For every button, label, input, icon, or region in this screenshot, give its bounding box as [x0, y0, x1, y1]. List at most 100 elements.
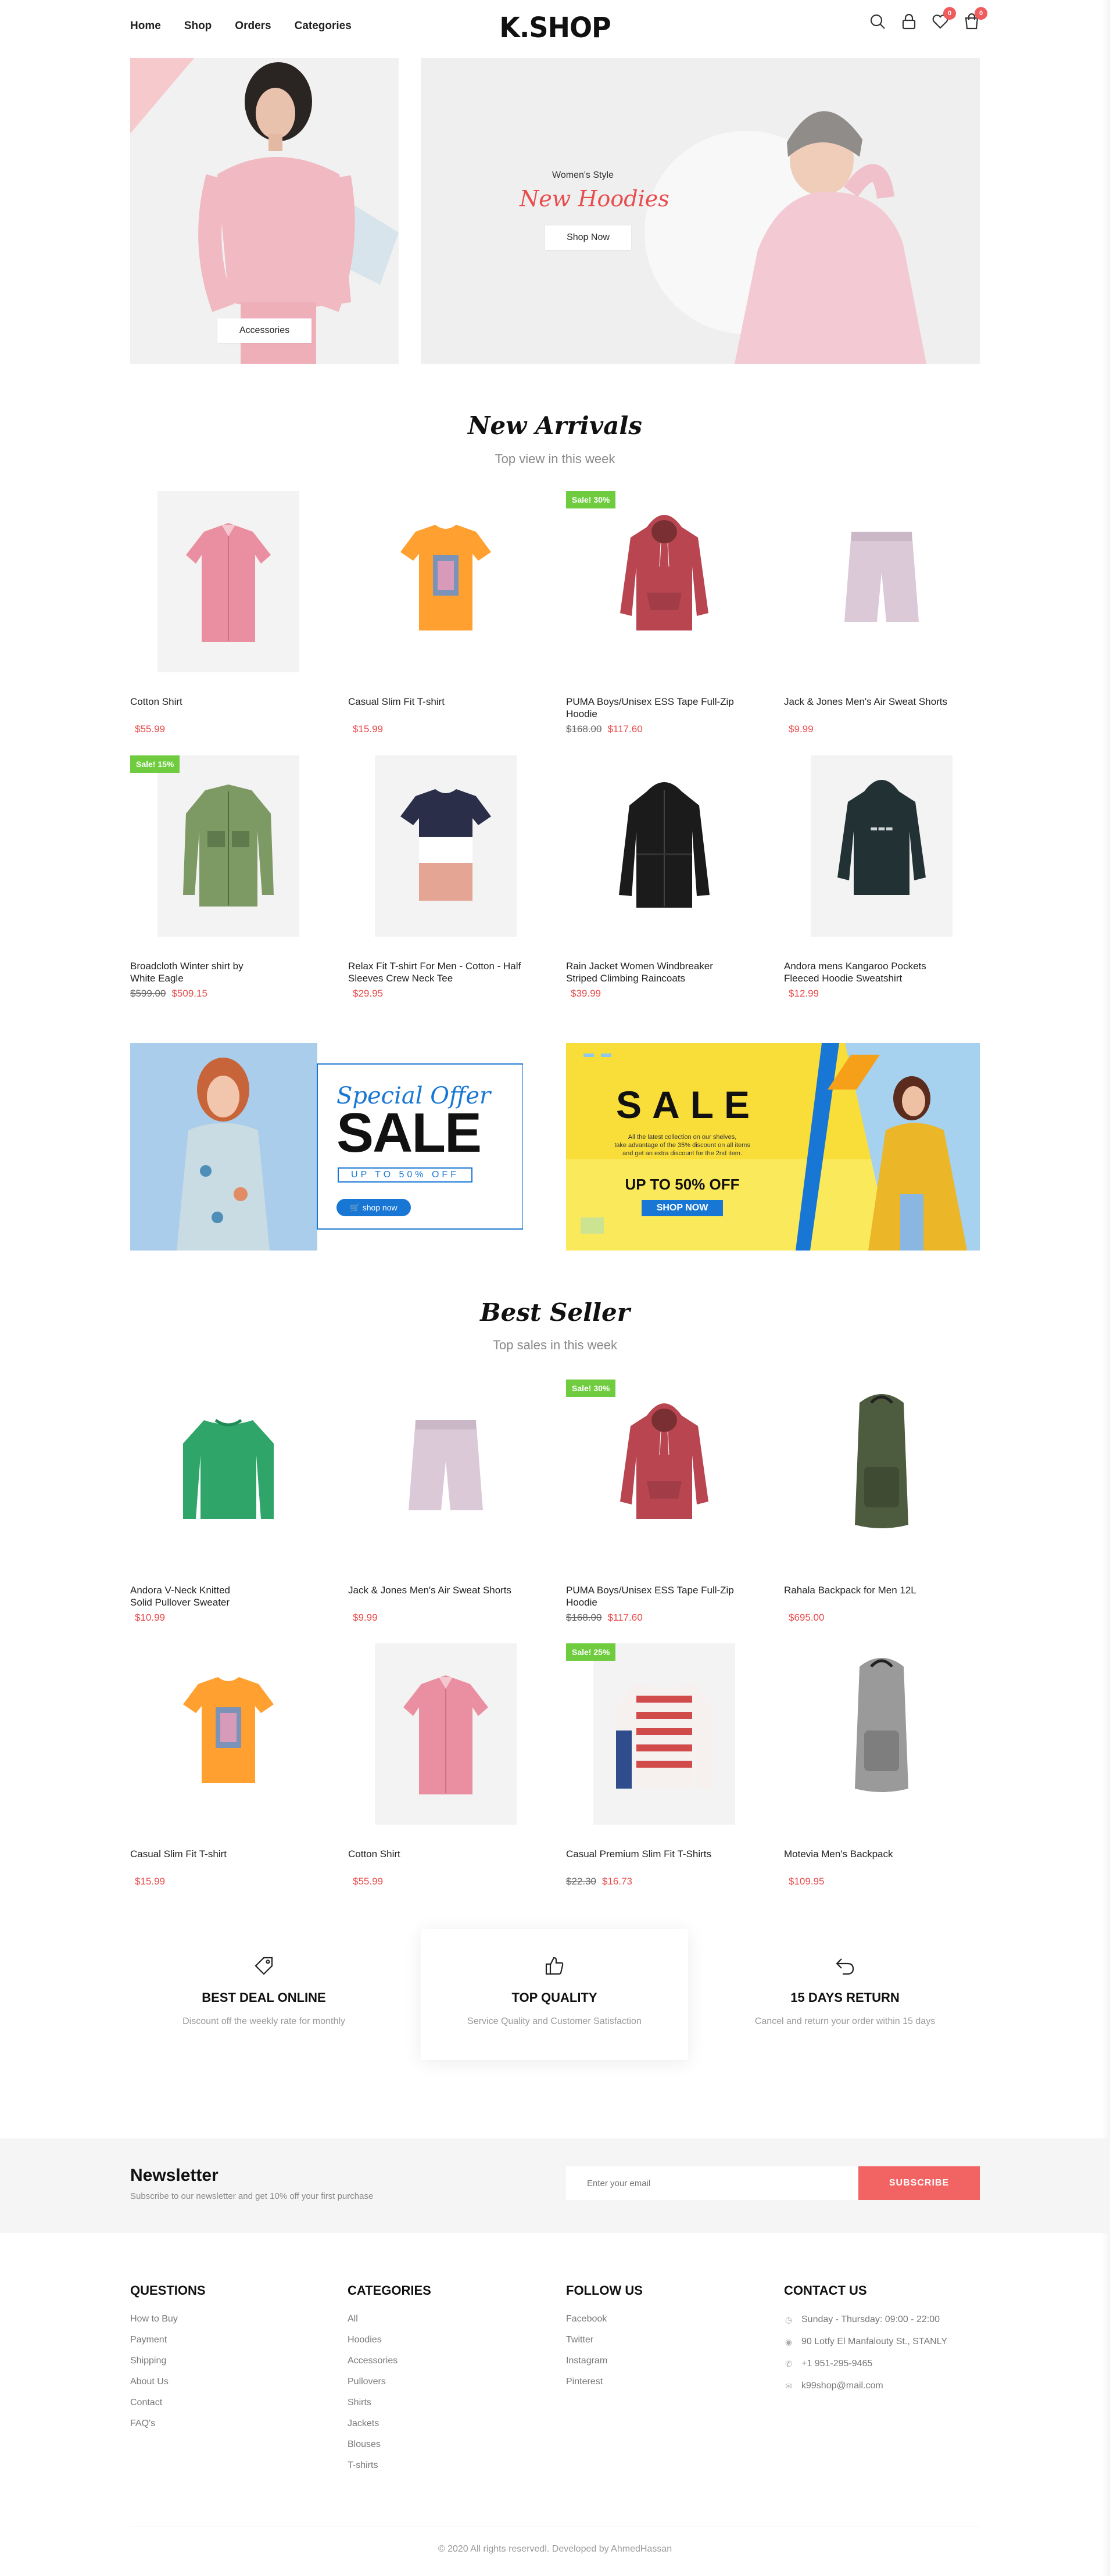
product-name[interactable]: Broadcloth Winter shirt by White Eagle [130, 960, 246, 984]
footer-questions-link[interactable]: How to Buy [130, 2309, 206, 2330]
footer-categories-link[interactable]: Hoodies [348, 2330, 431, 2351]
shop-now-button[interactable]: Shop Now [545, 225, 631, 250]
product-image[interactable] [811, 1643, 953, 1825]
product-name[interactable]: Andora V-Neck Knitted Solid Pullover Swe… [130, 1584, 246, 1608]
product-current-price: $55.99 [135, 723, 165, 735]
footer-questions-link[interactable]: FAQ's [130, 2413, 206, 2434]
product-name[interactable]: Motevia Men's Backpack [784, 1848, 958, 1860]
product-name[interactable]: Casual Premium Slim Fit T-Shirts [566, 1848, 740, 1860]
product-name[interactable]: Jack & Jones Men's Air Sweat Shorts [784, 696, 958, 708]
footer-follow-link[interactable]: Pinterest [566, 2371, 643, 2392]
product-price: $22.30 $16.73 [566, 1876, 632, 1887]
product-illustration [855, 1394, 908, 1528]
product-image[interactable] [375, 755, 517, 937]
footer-categories-link[interactable]: All [348, 2309, 431, 2330]
product-name[interactable]: Cotton Shirt [130, 696, 246, 708]
wishlist-count-badge: 0 [943, 7, 956, 20]
product-name[interactable]: Cotton Shirt [348, 1848, 522, 1860]
promo-sale-title: SALE [336, 1102, 482, 1164]
promo-shop-now-label: shop now [362, 1203, 398, 1212]
product-current-price: $509.15 [171, 988, 207, 999]
sale-banner[interactable]: SALE All the latest collection on our sh… [566, 1043, 980, 1251]
product-image[interactable] [157, 755, 299, 937]
product-current-price: $55.99 [353, 1876, 383, 1887]
feature-top-quality: TOP QUALITY Service Quality and Customer… [421, 1929, 688, 2060]
footer-categories-link[interactable]: Pullovers [348, 2371, 431, 2392]
product-name[interactable]: Casual Slim Fit T-shirt [130, 1848, 246, 1860]
sale-banner-copy-line: and get an extra discount for the 2nd it… [622, 1150, 743, 1157]
product-image[interactable] [375, 1380, 517, 1561]
product-image[interactable] [811, 1380, 953, 1561]
product-image[interactable] [375, 1643, 517, 1825]
footer-follow-link[interactable]: Facebook [566, 2309, 643, 2330]
best-seller-subtitle: Top sales in this week [493, 1338, 617, 1352]
thumbs-up-icon [544, 1955, 565, 1976]
product-image[interactable] [593, 1380, 735, 1561]
product-image[interactable] [157, 1380, 299, 1561]
hero-right-illustration [644, 111, 926, 364]
product-name[interactable]: Relax Fit T-shirt For Men - Cotton - Hal… [348, 960, 522, 984]
promo-shop-now-button[interactable]: 🛒 shop now [336, 1199, 411, 1216]
product-illustration [409, 1420, 483, 1510]
hero-hoodies-banner[interactable]: Women's Style New Hoodies Shop Now [421, 58, 980, 364]
footer-categories-link[interactable]: Shirts [348, 2392, 431, 2413]
product-image[interactable] [157, 491, 299, 672]
hero-accessories-banner[interactable]: Accessories [130, 58, 399, 364]
cart-icon[interactable]: 0 [963, 7, 987, 30]
accessories-button[interactable]: Accessories [217, 318, 311, 343]
subscribe-button[interactable]: SUBSCRIBE [858, 2166, 980, 2200]
footer-categories-list: All Hoodies Accessories Pullovers Shirts Jack… [348, 2309, 431, 2476]
product-image[interactable] [157, 1643, 299, 1825]
product-name[interactable]: Rahala Backpack for Men 12L [784, 1584, 958, 1596]
product-current-price: $16.73 [602, 1876, 632, 1887]
product-name[interactable]: Jack & Jones Men's Air Sweat Shorts [348, 1584, 522, 1596]
copyright-text: © 2020 All rights reservedl. Developed b… [438, 2544, 672, 2554]
heart-icon[interactable]: 0 [932, 7, 956, 30]
footer-categories-link[interactable]: T-shirts [348, 2455, 431, 2476]
footer-categories-link[interactable]: Jackets [348, 2413, 431, 2434]
footer-questions-link[interactable]: Shipping [130, 2351, 206, 2371]
product-name[interactable]: Andora mens Kangaroo Pockets Fleeced Hoo… [784, 960, 958, 984]
contact-text: k99shop@mail.com [801, 2381, 883, 2391]
special-offer-banner[interactable]: Special Offer SALE UP TO 50% OFF 🛒 shop … [130, 1043, 524, 1251]
feature-description: Service Quality and Customer Satisfactio… [467, 2016, 642, 2026]
product-image[interactable] [811, 491, 953, 672]
product-name[interactable]: Rain Jacket Women Windbreaker Striped Cl… [566, 960, 740, 984]
product-name[interactable]: PUMA Boys/Unisex ESS Tape Full-Zip Hoodi… [566, 696, 740, 720]
product-illustration [620, 1403, 708, 1519]
contact-row: ✉ k99shop@mail.com [784, 2375, 947, 2397]
footer-follow-link[interactable]: Twitter [566, 2330, 643, 2351]
user-lock-icon[interactable] [900, 13, 918, 30]
product-illustration [855, 1658, 908, 1792]
product-image[interactable] [375, 491, 517, 672]
product-price: $15.99 [135, 1876, 165, 1887]
footer-questions-link[interactable]: Payment [130, 2330, 206, 2351]
footer-questions-link[interactable]: Contact [130, 2392, 206, 2413]
product-illustration [183, 784, 274, 907]
product-old-price: $168.00 [566, 1612, 602, 1623]
footer-questions-link[interactable]: About Us [130, 2371, 206, 2392]
return-arrow-icon [835, 1955, 855, 1976]
product-name[interactable]: Casual Slim Fit T-shirt [348, 696, 522, 708]
product-image[interactable] [593, 1643, 735, 1825]
footer-categories-link[interactable]: Blouses [348, 2434, 431, 2455]
newsletter-email-input[interactable] [566, 2166, 858, 2200]
sale-badge: Sale! 30% [566, 1380, 616, 1397]
footer-categories-link[interactable]: Accessories [348, 2351, 431, 2371]
search-icon[interactable] [869, 13, 886, 30]
product-image[interactable] [593, 755, 735, 937]
product-old-price: $599.00 [130, 988, 166, 999]
product-illustration [619, 782, 710, 908]
sale-banner-shop-now-button[interactable]: SHOP NOW [642, 1200, 723, 1216]
product-name[interactable]: PUMA Boys/Unisex ESS Tape Full-Zip Hoodi… [566, 1584, 740, 1608]
best-seller-title: Best Seller [480, 1298, 630, 1327]
feature-title: 15 DAYS RETURN [790, 1990, 900, 2005]
product-image[interactable] [593, 491, 735, 672]
sale-banner-title: SALE [616, 1083, 761, 1126]
header-icons: 0 0 [869, 7, 987, 30]
location-pin-icon: ◉ [785, 2337, 793, 2346]
product-image[interactable]: ▬▬▬ [811, 755, 953, 937]
footer-follow-link[interactable]: Instagram [566, 2351, 643, 2371]
product-price: $10.99 [135, 1612, 165, 1624]
feature-best-deal: BEST DEAL ONLINE Discount off the weekly… [130, 1929, 398, 2060]
